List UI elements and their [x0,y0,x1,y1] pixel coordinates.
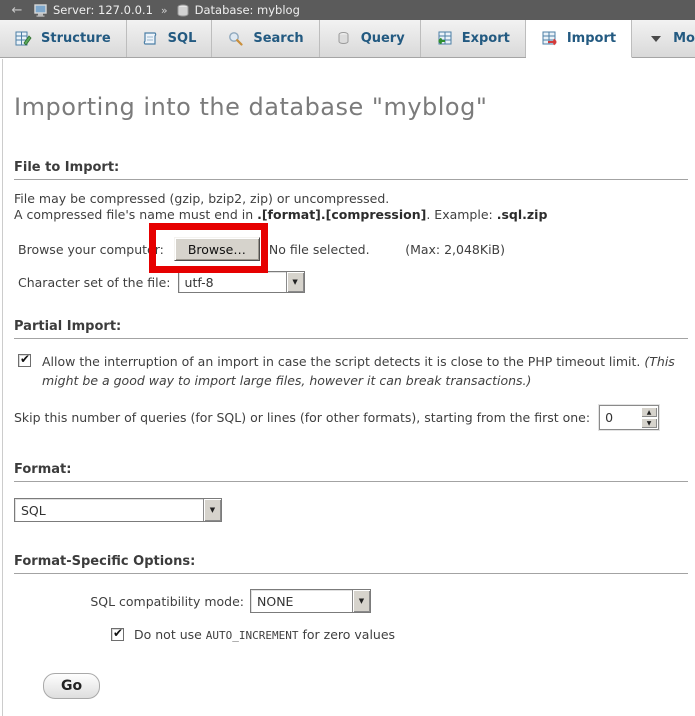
charset-select[interactable]: utf-8 ▼ [178,271,305,293]
tab-more[interactable]: More [632,20,695,57]
file-upload-row: Browse your computer: Browse… No file se… [14,236,690,262]
tab-label: Search [253,31,303,46]
format-selected-value: SQL [15,499,203,521]
charset-label: Character set of the file: [18,275,171,290]
skip-queries-spinner: ▲ ▼ [599,405,659,430]
chevron-down-icon [647,31,664,46]
tab-sql[interactable]: SQL [127,20,213,57]
auto-increment-suffix: for zero values [299,627,396,642]
tab-bar: Structure SQL Search Query Export [0,20,695,58]
tab-search[interactable]: Search [212,20,319,57]
skip-queries-row: Skip this number of queries (for SQL) or… [14,405,690,430]
tab-label: Structure [41,31,111,46]
structure-icon [15,31,32,46]
breadcrumb-separator: » [159,4,170,17]
tab-label: SQL [168,31,197,46]
browse-label: Browse your computer: [18,242,164,257]
format-row: SQL ▼ [14,498,690,522]
format-compression-token: .[format].[compression] [257,207,426,222]
main-content: Importing into the database "myblog" Fil… [0,93,695,699]
page-title: Importing into the database "myblog" [14,93,690,121]
breadcrumb-server[interactable]: Server: 127.0.0.1 [34,3,153,17]
example-label: . Example: [426,207,496,222]
example-token: .sql.zip [497,207,548,222]
spinner-up-icon[interactable]: ▲ [641,407,657,417]
auto-increment-code: AUTO_INCREMENT [206,629,299,642]
dropdown-arrow-icon[interactable]: ▼ [203,499,221,521]
allow-interruption-checkbox[interactable] [18,354,31,367]
import-icon [541,31,558,46]
charset-row: Character set of the file: utf-8 ▼ [14,271,690,293]
dropdown-arrow-icon[interactable]: ▼ [286,272,304,292]
spinner-buttons: ▲ ▼ [640,406,658,429]
sql-compatibility-selected-value: NONE [251,590,352,612]
allow-interruption-row: Allow the interruption of an import in c… [14,352,690,390]
auto-increment-row: Do not use AUTO_INCREMENT for zero value… [14,627,690,642]
tab-label: More [673,31,695,46]
tab-query[interactable]: Query [320,20,421,57]
dropdown-arrow-icon[interactable]: ▼ [352,590,370,612]
sql-icon [142,31,159,46]
sql-compatibility-row: SQL compatibility mode: NONE ▼ [14,589,690,613]
tab-structure[interactable]: Structure [0,20,127,57]
skip-queries-label: Skip this number of queries (for SQL) or… [14,410,590,425]
charset-selected-value: utf-8 [179,272,286,292]
spinner-down-icon[interactable]: ▼ [641,418,657,428]
no-file-selected-text: No file selected. [269,242,370,257]
section-heading-file-to-import: File to Import: [14,160,688,180]
compression-note-line2: A compressed file's name must end in [14,207,257,222]
auto-increment-checkbox[interactable] [111,628,124,641]
skip-queries-input[interactable] [600,406,640,429]
tab-label: Export [462,31,510,46]
breadcrumb-server-label: Server: 127.0.0.1 [53,3,153,17]
breadcrumb-database-label: Database: myblog [195,3,300,17]
tab-label: Import [567,31,616,46]
max-size-note: (Max: 2,048KiB) [405,242,505,257]
auto-increment-prefix: Do not use [134,627,206,642]
browse-button[interactable]: Browse… [174,237,260,261]
server-icon [34,4,48,17]
breadcrumb-database[interactable]: Database: myblog [176,3,300,17]
back-arrow-icon[interactable]: ← [6,3,28,18]
compression-note: File may be compressed (gzip, bzip2, zip… [14,191,690,223]
sql-compatibility-select[interactable]: NONE ▼ [250,589,371,613]
go-button[interactable]: Go [43,673,100,699]
database-icon [176,4,190,17]
export-icon [436,31,453,46]
search-icon [227,31,244,46]
tab-label: Query [361,31,405,46]
query-icon [335,31,352,46]
auto-increment-text: Do not use AUTO_INCREMENT for zero value… [134,627,395,642]
format-select[interactable]: SQL ▼ [14,498,222,522]
tab-export[interactable]: Export [421,20,526,57]
allow-interruption-text: Allow the interruption of an import in c… [42,352,688,390]
breadcrumb-bar: ← Server: 127.0.0.1 » Database: myblog [0,0,695,20]
allow-interruption-main-text: Allow the interruption of an import in c… [42,354,644,369]
phpmyadmin-import-page: ← Server: 127.0.0.1 » Database: myblog S… [0,0,695,716]
section-heading-format: Format: [14,462,688,482]
sql-compatibility-label: SQL compatibility mode: [14,594,244,609]
section-heading-format-specific: Format-Specific Options: [14,554,688,574]
section-heading-partial-import: Partial Import: [14,319,688,339]
compression-note-line1: File may be compressed (gzip, bzip2, zip… [14,191,389,206]
tab-import[interactable]: Import [526,20,632,58]
